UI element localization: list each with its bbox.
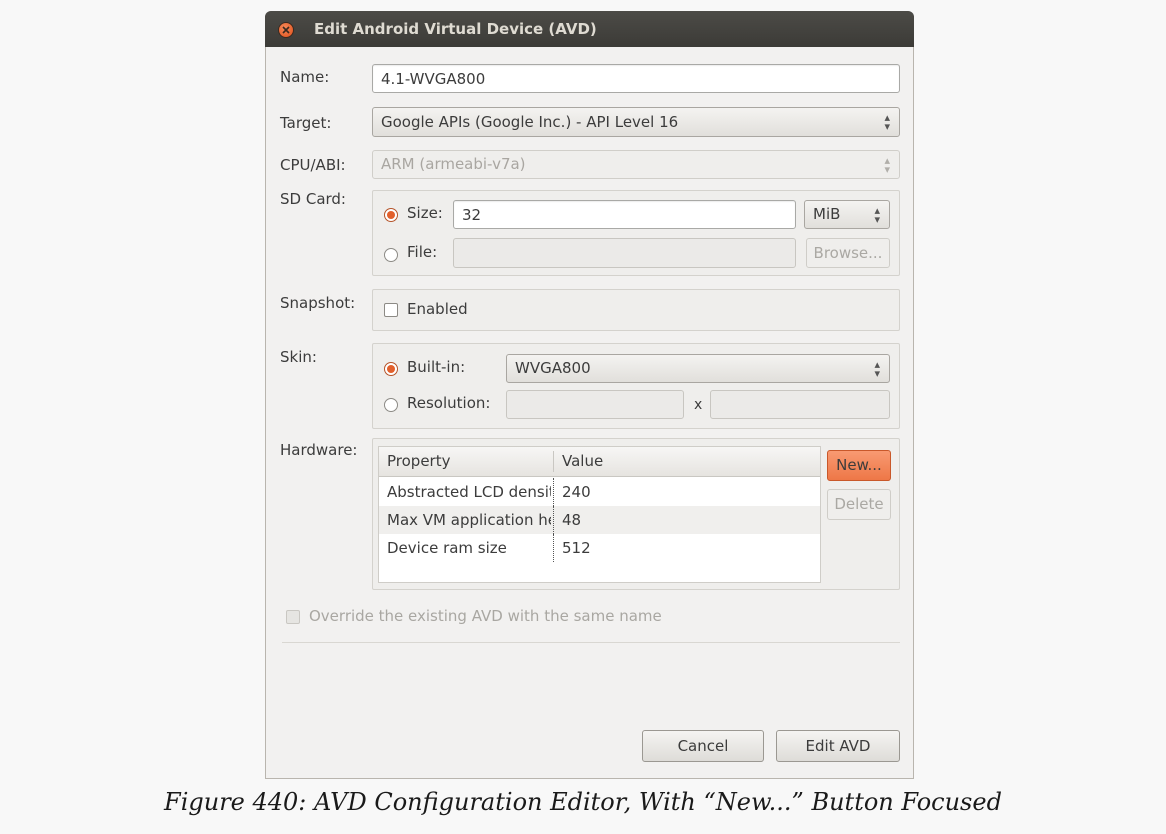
skin-resolution-radio[interactable] <box>384 398 398 412</box>
name-label: Name: <box>280 68 330 86</box>
row-property: Abstracted LCD density <box>387 483 551 501</box>
cpu-label: CPU/ABI: <box>280 156 346 174</box>
target-label: Target: <box>280 114 332 132</box>
window-title: Edit Android Virtual Device (AVD) <box>314 20 597 38</box>
spin-arrows-icon: ▴ ▾ <box>874 203 880 226</box>
hardware-table: Property Value Abstracted LCD density 24… <box>378 446 821 583</box>
row-property: Max VM application heap size <box>387 511 551 529</box>
row-value: 240 <box>562 483 591 501</box>
snapshot-enabled-label: Enabled <box>407 300 468 318</box>
row-value: 48 <box>562 511 582 529</box>
avd-dialog: Edit Android Virtual Device (AVD) Name: … <box>265 11 914 779</box>
skin-builtin-select[interactable]: WVGA800 ▴ ▾ <box>506 354 890 383</box>
figure-caption: Figure 440: AVD Configuration Editor, Wi… <box>164 788 1002 816</box>
hardware-label: Hardware: <box>280 441 358 459</box>
table-header: Property Value <box>379 447 820 477</box>
sdcard-file-field[interactable] <box>453 238 796 268</box>
spin-arrows-icon: ▴ ▾ <box>884 153 890 176</box>
skin-resolution-label: Resolution: <box>407 394 491 412</box>
cpu-select-value: ARM (armeabi-v7a) <box>381 155 526 173</box>
target-select[interactable]: Google APIs (Google Inc.) - API Level 16… <box>372 107 900 137</box>
sdcard-label: SD Card: <box>280 190 346 208</box>
sdcard-unit-select[interactable]: MiB ▴ ▾ <box>804 200 890 229</box>
column-header-property[interactable]: Property <box>387 452 450 470</box>
sdcard-file-label: File: <box>407 243 438 261</box>
name-field[interactable]: 4.1-WVGA800 <box>372 64 900 93</box>
resolution-x-label: x <box>694 397 703 413</box>
sdcard-size-label: Size: <box>407 204 443 222</box>
sdcard-unit-value: MiB <box>813 205 841 223</box>
override-label: Override the existing AVD with the same … <box>309 607 662 625</box>
override-checkbox[interactable] <box>286 610 300 624</box>
table-row[interactable]: Device ram size 512 <box>379 534 820 562</box>
target-select-value: Google APIs (Google Inc.) - API Level 16 <box>381 113 679 131</box>
title-bar: Edit Android Virtual Device (AVD) <box>265 11 914 47</box>
row-property: Device ram size <box>387 539 507 557</box>
edit-avd-button[interactable]: Edit AVD <box>776 730 900 762</box>
spin-arrows-icon: ▴ ▾ <box>874 357 880 380</box>
column-header-value[interactable]: Value <box>562 452 603 470</box>
row-value: 512 <box>562 539 591 557</box>
table-row[interactable]: Max VM application heap size 48 <box>379 506 820 534</box>
sdcard-size-radio[interactable] <box>384 208 398 222</box>
close-icon[interactable] <box>278 22 294 38</box>
sdcard-size-field[interactable]: 32 <box>453 200 796 229</box>
sdcard-file-radio[interactable] <box>384 248 398 262</box>
cpu-select[interactable]: ARM (armeabi-v7a) ▴ ▾ <box>372 150 900 179</box>
cancel-button[interactable]: Cancel <box>642 730 764 762</box>
skin-builtin-radio[interactable] <box>384 362 398 376</box>
skin-builtin-label: Built-in: <box>407 358 466 376</box>
delete-button[interactable]: Delete <box>827 489 891 520</box>
snapshot-label: Snapshot: <box>280 294 356 312</box>
skin-builtin-value: WVGA800 <box>515 359 591 377</box>
resolution-height-field[interactable] <box>710 390 890 419</box>
snapshot-checkbox[interactable] <box>384 303 398 317</box>
skin-label: Skin: <box>280 348 317 366</box>
table-row[interactable]: Abstracted LCD density 240 <box>379 478 820 506</box>
spin-arrows-icon: ▴ ▾ <box>884 111 890 133</box>
new-button[interactable]: New... <box>827 450 891 481</box>
divider <box>282 642 900 643</box>
browse-button[interactable]: Browse... <box>806 238 890 268</box>
resolution-width-field[interactable] <box>506 390 684 419</box>
